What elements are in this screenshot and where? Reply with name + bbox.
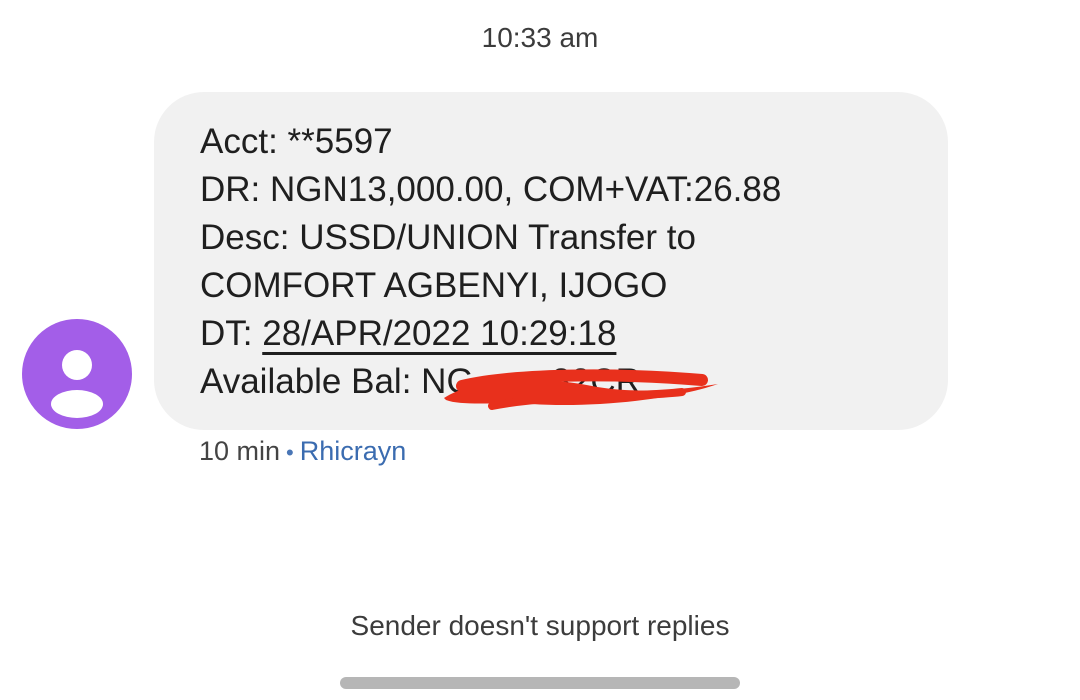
message-age: 10 min [199, 436, 281, 466]
message-meta: 10 min • Rhicrayn [199, 436, 406, 467]
date-prefix: DT: [200, 314, 263, 353]
conversation-screen: 10:33 am Acct: **5597 DR: NGN13,000.00, … [0, 0, 1080, 700]
person-icon [51, 350, 103, 418]
meta-separator: • [286, 440, 294, 465]
message-timestamp: 10:33 am [481, 22, 599, 53]
date-link[interactable]: 28/APR/2022 10:29:18 [262, 314, 616, 353]
description-line: Desc: USSD/UNION Transfer to [200, 218, 696, 257]
account-line: Acct: **5597 [200, 122, 393, 161]
reply-notice: Sender doesn't support replies [350, 610, 730, 641]
debit-line: DR: NGN13,000.00, COM+VAT:26.88 [200, 170, 782, 209]
description-line-2: COMFORT AGBENYI, IJOGO [200, 266, 668, 305]
message-bubble[interactable]: Acct: **5597 DR: NGN13,000.00, COM+VAT:2… [154, 92, 948, 430]
balance-line: Available Bal: NG 82CR [200, 358, 948, 410]
balance-label: Available Bal: [200, 362, 422, 401]
home-indicator[interactable] [340, 677, 740, 689]
redaction-scribble [444, 369, 718, 410]
sender-name[interactable]: Rhicrayn [300, 436, 407, 466]
date-line: DT: 28/APR/2022 10:29:18 [200, 310, 948, 358]
sender-avatar[interactable] [22, 319, 132, 429]
